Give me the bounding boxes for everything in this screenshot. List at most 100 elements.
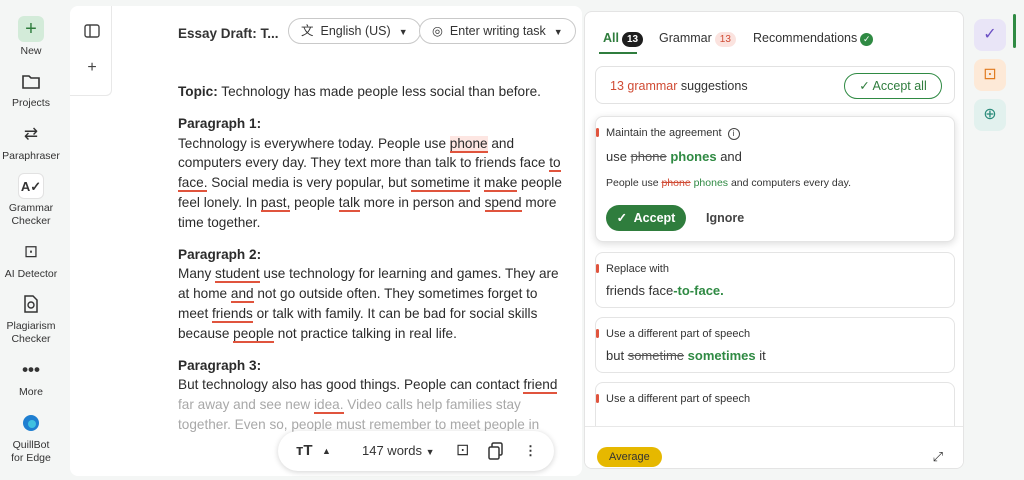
tab-label: Recommendations <box>753 31 858 45</box>
accept-button[interactable]: ✓ Accept <box>606 205 686 231</box>
paragraph-1: Paragraph 1: Technology is everywhere to… <box>178 115 562 230</box>
left-nav: + New Projects ⇄ Paraphraser A✓ Grammar … <box>0 0 62 480</box>
grammar-checker-icon: A✓ <box>18 173 44 199</box>
chevron-down-icon: ▼ <box>553 27 563 37</box>
error-highlight[interactable]: talk <box>338 194 360 212</box>
grammar-check-tool-icon[interactable]: ✓ <box>974 19 1006 51</box>
nav-paraphraser[interactable]: ⇄ Paraphraser <box>0 121 62 163</box>
suggestions-panel: All 13 Grammar 13 Recommendations ✓ 13 gram… <box>584 11 964 469</box>
add-icon[interactable]: + <box>82 58 102 78</box>
sidebar-toggle-icon[interactable] <box>82 24 102 44</box>
tab-recommendations[interactable]: Recommendations ✓ <box>753 31 874 46</box>
paragraph-heading: Paragraph 2: <box>178 246 262 262</box>
copy-icon[interactable] <box>488 441 504 461</box>
error-highlight[interactable]: people <box>233 325 274 343</box>
nav-label: Plagiarism Checker <box>6 320 56 345</box>
summary-rest: suggestions <box>677 79 748 93</box>
nav-more[interactable]: ••• More <box>0 357 62 399</box>
added-text: phones <box>670 149 717 164</box>
suggestion-change: friends face-to-face. <box>606 283 724 298</box>
nav-label: Paraphraser <box>2 150 60 162</box>
change-prefix: use <box>606 149 631 164</box>
nav-plagiarism-checker[interactable]: Plagiarism Checker <box>0 291 62 346</box>
topic-text: Technology has made people less social t… <box>217 84 541 99</box>
more-vertical-icon[interactable]: ⋮ <box>524 441 537 461</box>
topic-paragraph: Topic: Technology has made people less s… <box>178 82 568 102</box>
nav-label: QuillBot for Edge <box>11 439 51 464</box>
suggestion-tabs: All 13 Grammar 13 Recommendations ✓ <box>585 12 963 54</box>
suggestion-card[interactable]: Maintain the agreement i use phone phones… <box>595 116 955 242</box>
word-count[interactable]: 147 words ▼ <box>362 441 435 461</box>
error-highlight[interactable]: friends <box>212 305 253 323</box>
context-post: and computers every day. <box>728 177 851 189</box>
add-tool-icon[interactable]: ⊕ <box>974 99 1006 131</box>
editor-gutter: + <box>70 6 112 96</box>
suggestion-title: Use a different part of speech <box>595 393 751 405</box>
accept-all-button[interactable]: ✓ Accept all <box>844 73 942 99</box>
context-added: phones <box>690 177 729 189</box>
word-count-label: 147 words <box>362 443 422 458</box>
target-icon: ◎ <box>432 24 443 38</box>
active-tool-indicator <box>1013 14 1016 48</box>
error-highlight[interactable]: spend <box>484 194 522 212</box>
topic-label: Topic: <box>178 84 218 99</box>
error-highlight[interactable]: student <box>215 266 260 284</box>
suggestion-card[interactable]: Replace with friends face-to-face. <box>595 252 955 308</box>
added-text: sometimes <box>687 348 756 363</box>
paragraph-heading: Paragraph 3: <box>178 357 262 373</box>
translate-icon: 文 <box>301 24 314 38</box>
nav-ai-detector[interactable]: ⊡ AI Detector <box>0 239 62 281</box>
error-highlight[interactable]: friend <box>523 377 558 395</box>
document-title[interactable]: Essay Draft: T... <box>178 26 279 41</box>
language-dropdown[interactable]: 文 English (US) ▼ <box>288 18 421 44</box>
nav-grammar-checker[interactable]: A✓ Grammar Checker <box>0 173 62 228</box>
nav-label: Projects <box>12 97 50 109</box>
nav-new[interactable]: + New <box>0 16 62 58</box>
error-highlight[interactable]: idea. <box>314 397 344 415</box>
change-prefix: friends face <box>606 283 674 298</box>
tab-grammar[interactable]: Grammar 13 <box>659 31 736 47</box>
more-icon: ••• <box>22 360 40 379</box>
error-highlight[interactable]: phone <box>449 135 488 153</box>
chevron-up-icon[interactable]: ▲ <box>322 441 331 461</box>
score-badge[interactable]: Average <box>597 447 662 467</box>
plus-icon: + <box>18 16 44 42</box>
ai-detector-icon: ⊡ <box>23 242 39 261</box>
nav-label: Grammar Checker <box>8 202 54 227</box>
nav-quillbot-edge[interactable]: QuillBot for Edge <box>0 410 62 465</box>
error-highlight[interactable]: past, <box>260 194 291 212</box>
bottom-toolbar: тТ ▲ 147 words ▼ ⊡ ⋮ <box>278 431 554 471</box>
document-text[interactable]: Topic: Technology has made people less s… <box>178 82 568 447</box>
tab-all[interactable]: All 13 <box>603 31 644 47</box>
change-prefix: but <box>606 348 628 363</box>
writing-task-dropdown[interactable]: ◎ Enter writing task ▼ <box>419 18 576 44</box>
removed-text: phone <box>630 149 667 164</box>
accept-label: Accept <box>633 211 676 225</box>
paragraph-2: Paragraph 2: Many student use technology… <box>178 246 559 343</box>
folder-icon <box>18 68 44 94</box>
plagiarism-icon <box>18 291 44 317</box>
error-highlight[interactable]: and <box>230 286 254 304</box>
nav-projects[interactable]: Projects <box>0 68 62 110</box>
paragraph-3: Paragraph 3: But technology also has goo… <box>178 357 558 432</box>
ai-scan-icon[interactable]: ⊡ <box>456 441 469 461</box>
ai-detector-tool-icon[interactable]: ⊡ <box>974 59 1006 91</box>
error-highlight[interactable]: sometime <box>410 175 470 193</box>
suggestion-title: Use a different part of speech <box>595 328 751 340</box>
context-pre: People use <box>606 177 662 189</box>
language-label: English (US) <box>320 24 391 38</box>
info-icon[interactable]: i <box>727 128 740 140</box>
ignore-button[interactable]: Ignore <box>706 211 744 225</box>
suggestion-card[interactable]: Use a different part of speech but somet… <box>595 317 955 373</box>
expand-icon[interactable]: ⤢ <box>933 449 943 465</box>
check-circle-icon: ✓ <box>859 79 870 93</box>
suggestion-title: Replace with <box>596 263 669 275</box>
text-size-icon[interactable]: тТ <box>296 441 313 461</box>
added-text: -to-face. <box>673 283 724 298</box>
error-highlight[interactable]: make <box>484 175 518 193</box>
panel-footer: Average ⤢ <box>585 426 963 468</box>
tab-label: All <box>603 31 619 45</box>
removed-text: sometime <box>627 348 685 363</box>
nav-label: New <box>20 45 42 57</box>
count-badge: 13 <box>621 32 644 47</box>
